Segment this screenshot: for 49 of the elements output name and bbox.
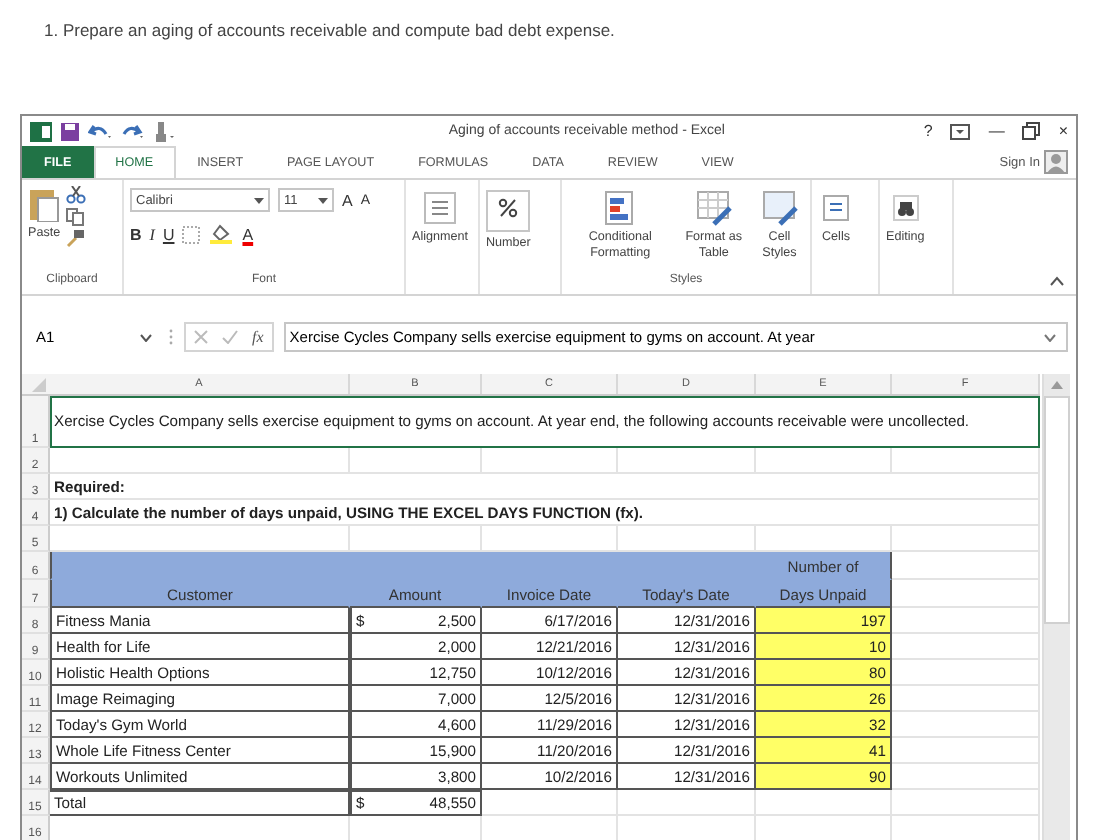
- minimize-button[interactable]: —: [988, 121, 1005, 141]
- close-button[interactable]: ×: [1058, 121, 1068, 141]
- restore-icon[interactable]: [1022, 122, 1041, 140]
- cell-styles-icon: [761, 190, 798, 226]
- fill-color-icon[interactable]: [210, 224, 235, 244]
- empty-cell[interactable]: [756, 448, 892, 474]
- bold-button[interactable]: B: [130, 225, 142, 243]
- drag-handle-icon: [168, 328, 174, 346]
- font-color-button[interactable]: A: [242, 225, 254, 243]
- ribbon-display-icon[interactable]: [950, 123, 971, 139]
- undo-icon[interactable]: [88, 121, 112, 141]
- question-text: 1. Prepare an aging of accounts receivable and compute bad debt expense.: [44, 20, 617, 40]
- clipboard-icon: [28, 186, 61, 222]
- empty-cell[interactable]: [482, 448, 618, 474]
- conditional-formatting-icon: [602, 190, 639, 226]
- empty-cell[interactable]: [756, 790, 892, 816]
- redo-icon[interactable]: [120, 121, 144, 141]
- cancel-icon[interactable]: [194, 330, 208, 344]
- insert-function-button[interactable]: fx: [252, 328, 264, 346]
- collapse-ribbon-icon[interactable]: [1050, 276, 1064, 286]
- dropdown-arrow-icon: [254, 197, 264, 203]
- table-grid-icon: [695, 190, 732, 226]
- cut-icon[interactable]: [66, 186, 87, 204]
- help-button[interactable]: ?: [923, 121, 933, 141]
- italic-button[interactable]: I: [149, 225, 155, 243]
- empty-cell[interactable]: [618, 790, 756, 816]
- scroll-thumb[interactable]: [1044, 396, 1070, 624]
- binoculars-icon: [887, 190, 924, 226]
- scroll-up-icon[interactable]: [1050, 380, 1064, 390]
- vertical-scrollbar[interactable]: [1042, 374, 1070, 840]
- empty-cell[interactable]: [892, 790, 1040, 816]
- copy-icon[interactable]: [66, 208, 87, 226]
- excel-logo-icon: [30, 121, 52, 141]
- cells-icon: [818, 190, 854, 226]
- dropdown-arrow-icon: [318, 197, 328, 203]
- grow-font-button[interactable]: A: [342, 191, 353, 209]
- save-icon[interactable]: [60, 121, 80, 141]
- user-avatar-icon: [1044, 150, 1068, 174]
- format-painter-icon[interactable]: [66, 230, 87, 248]
- empty-cell[interactable]: [618, 448, 756, 474]
- empty-cell[interactable]: [350, 448, 482, 474]
- empty-cell[interactable]: [892, 448, 1040, 474]
- check-icon[interactable]: [222, 330, 238, 344]
- borders-icon[interactable]: [182, 225, 203, 243]
- underline-button[interactable]: U: [162, 225, 175, 243]
- empty-cell[interactable]: [892, 526, 1040, 552]
- empty-cell[interactable]: [482, 790, 618, 816]
- align-lines-icon: [422, 190, 458, 226]
- percent-icon: [498, 198, 519, 218]
